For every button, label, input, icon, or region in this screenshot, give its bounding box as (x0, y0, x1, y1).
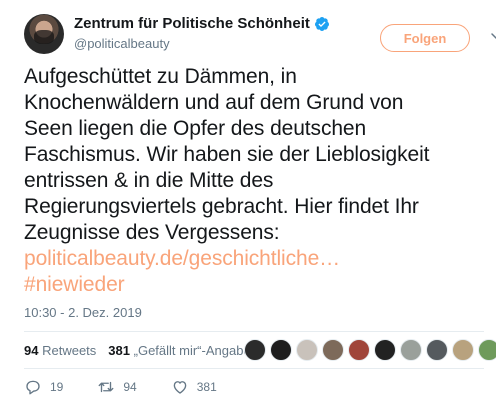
tweet-timestamp[interactable]: 10:30 - 2. Dez. 2019 (24, 305, 142, 320)
tweet-actions: 19 94 381 (24, 376, 251, 398)
liker-avatar[interactable] (244, 339, 266, 361)
user-handle[interactable]: @politicalbeauty (74, 36, 170, 51)
tweet-text-line: Aufgeschüttet zu Dämmen, in (24, 65, 297, 88)
name-row: Zentrum für Politische Schönheit (74, 15, 330, 32)
like-count: 381 (196, 380, 217, 394)
tweet-text-line: Zeugnisse des Vergessens: (24, 221, 280, 244)
retweet-count: 94 (123, 380, 137, 394)
tweet-text: Aufgeschüttet zu Dämmen, in Knochenwälde… (24, 64, 484, 298)
reply-icon (26, 380, 40, 395)
tweet-text-line: Knochenwäldern und auf dem Grund von (24, 91, 404, 114)
retweet-icon (98, 381, 114, 393)
like-button[interactable]: 381 (171, 378, 217, 396)
avatar-face-paint (34, 30, 54, 44)
likes-stat-count: 381 (108, 342, 130, 358)
follow-button[interactable]: Folgen (380, 24, 470, 52)
chevron-down-icon[interactable] (490, 30, 496, 42)
reply-count: 19 (50, 380, 64, 394)
divider (24, 331, 484, 332)
tweet-text-line: Faschismus. Wir haben sie der Lieblosigk… (24, 143, 430, 166)
liker-avatar[interactable] (322, 339, 344, 361)
retweets-stat[interactable]: 94 Retweets (24, 343, 96, 358)
liker-avatar[interactable] (374, 339, 396, 361)
verified-badge-icon (314, 16, 329, 31)
liker-avatar[interactable] (400, 339, 422, 361)
display-name[interactable]: Zentrum für Politische Schönheit (74, 15, 310, 32)
retweets-stat-label: Retweets (42, 342, 97, 358)
reply-button[interactable]: 19 (24, 378, 63, 396)
liker-avatar[interactable] (452, 339, 474, 361)
tweet-link[interactable]: politicalbeauty.de/geschichtliche… (24, 246, 484, 272)
liker-avatar[interactable] (296, 339, 318, 361)
liker-avatar[interactable] (270, 339, 292, 361)
hashtag-link[interactable]: #niewieder (24, 272, 484, 298)
retweets-stat-count: 94 (24, 342, 39, 358)
liker-avatar[interactable] (348, 339, 370, 361)
retweet-button[interactable]: 94 (97, 378, 137, 396)
liker-avatar[interactable] (478, 339, 496, 361)
tweet-text-line: Regierungsviertels gebracht. Hier findet… (24, 195, 419, 218)
likes-stat[interactable]: 381 „Gefällt mir“-Angaben (108, 343, 258, 358)
tweet-header: Zentrum für Politische Schönheit @politi… (24, 8, 496, 58)
tweet-text-line: entrissen & in die Mitte des (24, 169, 274, 192)
divider (24, 368, 484, 369)
avatar[interactable] (24, 14, 64, 54)
tweet-text-line: Seen liegen die Opfer des deutschen (24, 117, 367, 140)
engagement-stats: 94 Retweets 381 „Gefällt mir“-Angaben (24, 337, 270, 363)
likes-stat-label: „Gefällt mir“-Angaben (133, 342, 258, 358)
liker-avatars (244, 339, 496, 361)
liker-avatar[interactable] (426, 339, 448, 361)
heart-icon (173, 381, 187, 394)
